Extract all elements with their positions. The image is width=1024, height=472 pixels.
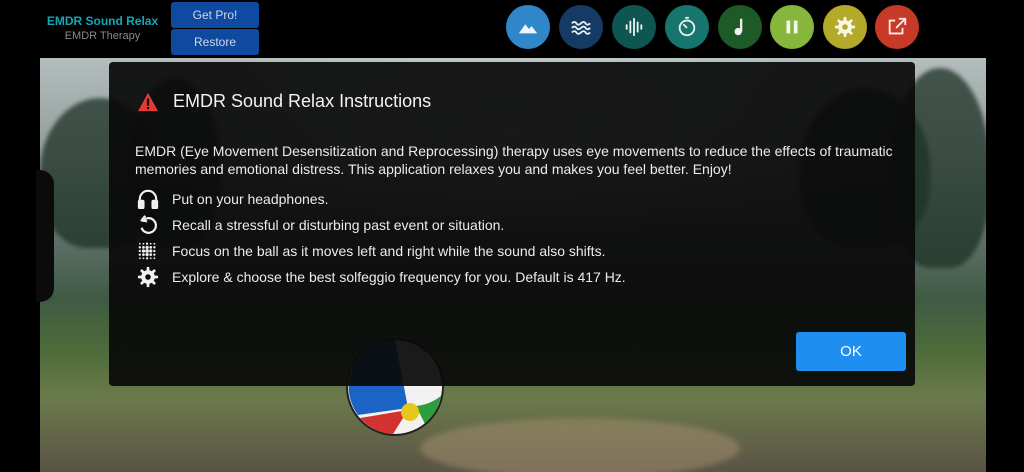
dialog-title: EMDR Sound Relax Instructions — [173, 91, 432, 111]
top-bar: EMDR Sound Relax EMDR Therapy Get Pro! R… — [0, 0, 1024, 58]
dialog-header: EMDR Sound Relax Instructions — [137, 91, 431, 112]
step-text: Put on your headphones. — [172, 191, 329, 207]
sound-button[interactable] — [612, 5, 656, 49]
waves-icon — [571, 21, 591, 35]
step-recall: Recall a stressful or disturbing past ev… — [135, 214, 504, 236]
share-button[interactable] — [875, 5, 919, 49]
restore-button[interactable]: Restore — [171, 29, 259, 55]
music-button[interactable] — [718, 5, 762, 49]
app-title: EMDR Sound Relax — [46, 14, 159, 28]
pause-button[interactable] — [770, 5, 814, 49]
warning-icon — [138, 92, 158, 111]
music-note-icon — [734, 18, 743, 36]
step-explore: Explore & choose the best solfeggio freq… — [135, 266, 626, 288]
ok-button[interactable]: OK — [796, 332, 906, 371]
dots-grid-icon — [138, 242, 156, 260]
external-link-icon — [888, 17, 907, 35]
headphones-icon — [137, 189, 159, 209]
step-text: Explore & choose the best solfeggio freq… — [172, 269, 626, 285]
mountain-icon — [518, 24, 538, 34]
waveform-icon — [625, 17, 643, 37]
gear-icon — [137, 266, 159, 288]
settings-button[interactable] — [823, 5, 867, 49]
dialog-description: EMDR (Eye Movement Desensitization and R… — [135, 143, 893, 177]
step-focus: Focus on the ball as it moves left and r… — [135, 240, 605, 262]
step-headphones: Put on your headphones. — [135, 188, 328, 210]
step-text: Recall a stressful or disturbing past ev… — [172, 217, 505, 233]
pause-icon — [786, 20, 798, 34]
scene-button[interactable] — [506, 5, 550, 49]
gear-icon — [834, 16, 856, 38]
app-subtitle: EMDR Therapy — [64, 30, 141, 42]
side-handle — [36, 170, 54, 302]
instructions-dialog: EMDR Sound Relax Instructions EMDR (Eye … — [109, 62, 915, 386]
step-text: Focus on the ball as it moves left and r… — [172, 243, 606, 259]
replay-icon — [140, 215, 157, 234]
timer-icon — [678, 16, 696, 37]
waves-button[interactable] — [559, 5, 603, 49]
timer-button[interactable] — [665, 5, 709, 49]
get-pro-button[interactable]: Get Pro! — [171, 2, 259, 28]
